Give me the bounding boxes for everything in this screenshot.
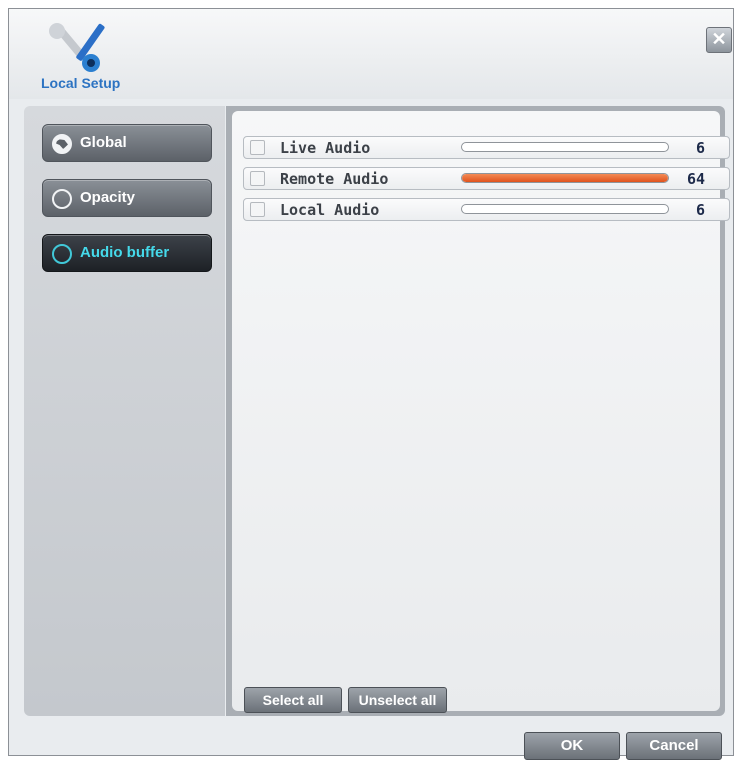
audio-row-label: Local Audio: [280, 201, 380, 219]
audio-row-live: Live Audio 6: [243, 136, 730, 159]
audio-buffer-list: Live Audio 6 Remote Audio 64 Local Audio: [232, 111, 730, 713]
sidebar-item-label: Opacity: [80, 189, 136, 206]
audio-row-label: Live Audio: [280, 139, 371, 157]
live-audio-slider[interactable]: [461, 142, 669, 152]
sidebar-item-global[interactable]: Global: [42, 124, 212, 162]
local-setup-dialog: Local Setup ✕ Global Opacity Audio buffe…: [8, 8, 734, 760]
local-audio-slider[interactable]: [461, 204, 669, 214]
audio-row-value: 6: [695, 201, 705, 219]
sidebar-item-opacity[interactable]: Opacity: [42, 179, 212, 217]
slider-fill: [462, 174, 668, 182]
select-all-button[interactable]: Select all: [244, 687, 342, 713]
audio-row-remote: Remote Audio 64: [243, 167, 730, 190]
ok-button[interactable]: OK: [524, 732, 620, 760]
globe-icon: [52, 134, 72, 154]
sidebar-item-label: Global: [80, 134, 127, 151]
live-audio-checkbox[interactable]: [250, 140, 265, 155]
sidebar-item-audio-buffer[interactable]: Audio buffer: [42, 234, 212, 272]
unselect-all-button[interactable]: Unselect all: [348, 687, 447, 713]
title-bar: Local Setup ✕: [9, 9, 733, 99]
circle-icon: [52, 189, 72, 209]
audio-row-value: 6: [695, 139, 705, 157]
close-icon: ✕: [711, 29, 727, 49]
audio-row-value: 64: [686, 170, 705, 188]
remote-audio-checkbox[interactable]: [250, 171, 265, 186]
sidebar: Global Opacity Audio buffer: [24, 106, 225, 716]
cancel-button[interactable]: Cancel: [626, 732, 722, 760]
window-title: Local Setup: [41, 75, 121, 91]
audio-row-local: Local Audio 6: [243, 198, 730, 221]
audio-row-label: Remote Audio: [280, 170, 389, 188]
settings-panel: Live Audio 6 Remote Audio 64 Local Audio: [226, 106, 730, 716]
circle-icon: [52, 244, 72, 264]
close-button[interactable]: ✕: [706, 27, 732, 53]
sidebar-item-label: Audio buffer: [80, 244, 170, 261]
local-audio-checkbox[interactable]: [250, 202, 265, 217]
remote-audio-slider[interactable]: [461, 173, 669, 183]
